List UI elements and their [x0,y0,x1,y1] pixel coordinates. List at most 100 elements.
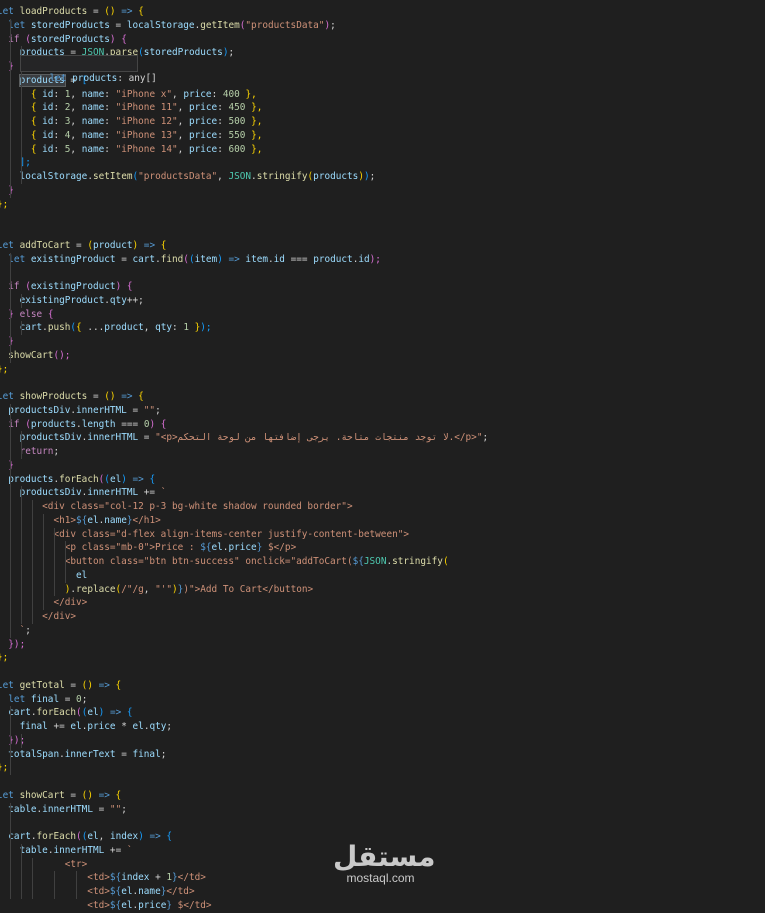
code-token: final [132,748,161,760]
code-token: name [138,886,161,898]
code-token: { [121,281,133,293]
code-line: final += el.price * el.qty; [0,720,173,734]
code-line: if (products.length === 0) { [0,418,166,432]
code-token: : [53,143,65,155]
code-token: , [70,88,82,100]
code-token: { [126,707,133,719]
mostaql-watermark: مستقل mostaql.com [333,842,436,885]
code-token: = [126,404,144,416]
code-token: , [70,116,82,128]
indent-guide [54,527,55,597]
indent-guide [76,871,77,899]
code-token: ; [228,47,235,59]
code-token: if [8,33,20,45]
code-token: return [0,446,54,458]
code-token: </td> [166,886,195,898]
code-token: }); [8,638,26,650]
code-token: + [149,872,167,884]
code-line: }); [0,638,25,652]
code-token: let [0,6,14,18]
code-token: innerHTML [87,487,139,499]
code-token: { [155,418,167,430]
code-token: { [160,239,167,251]
code-line: { id: 1, name: "iPhone x", price: 400 }, [0,88,257,102]
code-token: "productsData" [138,171,218,183]
code-line: let final = 0; [0,693,87,707]
code-token: }, [245,129,263,141]
code-token: () [81,789,93,801]
code-token: ); [369,253,381,265]
code-token: { [115,789,122,801]
code-token: : [172,322,184,334]
code-token: name [81,102,105,114]
code-token: </div> [0,611,77,623]
code-token: "<p>لا توجد منتجات متاحة. يرجى إضافتها م… [155,432,483,444]
code-line: <h1>${el.name}</h1> [0,514,161,528]
code-token: product [104,322,144,334]
code-editor[interactable]: let loadProducts = () => { let storedPro… [0,0,765,911]
code-token: { [149,473,156,485]
code-token: => [126,473,150,485]
code-token: final [0,721,48,733]
code-token: el [109,473,122,485]
code-line: `; [0,624,31,638]
code-token: existingProduct [30,281,116,293]
code-token: ${ [109,872,122,884]
hover-keyword: let [49,73,73,84]
indent-guide [10,802,11,899]
indent-guide [32,857,33,899]
code-token: stringify [392,556,443,568]
code-token: productsDiv [0,432,82,444]
code-token: , [143,322,156,334]
indent-guide [10,706,11,776]
code-token: addToCart [19,239,71,251]
code-token: el [211,542,223,554]
code-token: , [177,102,189,114]
code-token: } [188,322,201,334]
indent-guide [21,486,22,624]
code-token: : [53,129,65,141]
code-token: cart [0,831,31,843]
code-line: cart.push({ ...product, qty: 1 }); [0,321,212,335]
code-token: product [92,239,133,251]
hover-type: : any[] [117,73,157,84]
code-token: += [104,844,127,856]
code-line: products.forEach((el) => { [0,473,155,487]
code-token: storedProducts [30,19,110,31]
code-token: { [138,391,144,403]
code-token: : [217,143,229,155]
code-token: let [0,789,14,801]
code-token: ++; [126,294,144,306]
code-token: , [177,143,189,155]
code-line: if (storedProducts) { [0,33,127,47]
code-line: }; [0,198,8,212]
code-token: = [64,679,82,691]
code-line: }; [0,761,8,775]
type-hover-tooltip: let products: any[] [20,55,157,84]
code-line: ]; [0,156,31,170]
code-token: name [81,88,105,100]
code-token: storedProducts [143,47,223,59]
code-line: productsDiv.innerHTML = ""; [0,404,160,418]
code-token: ... [87,322,105,334]
code-line: let showProducts = () => { [0,390,144,404]
code-token: = [64,789,82,801]
code-token: qty [109,294,127,306]
code-token: id [42,143,54,155]
code-token: ; [369,171,376,183]
code-token: name [81,143,105,155]
code-token: { [115,679,122,691]
code-line: let storedProducts = localStorage.getIte… [0,19,335,33]
code-line: ).replace(/"/g, "'")})">Add To Cart</but… [0,583,313,597]
code-token: el [87,831,99,843]
code-token: stringify [256,171,308,183]
code-token: { [115,33,127,45]
code-token: ]; [0,157,31,169]
code-token: products [30,418,77,430]
code-token: ; [160,748,167,760]
code-token: : [104,143,116,155]
code-line: let addToCart = (product) => { [0,239,166,253]
code-token: , [98,831,110,843]
code-token: </h1> [132,514,161,526]
code-token: = [87,391,105,403]
